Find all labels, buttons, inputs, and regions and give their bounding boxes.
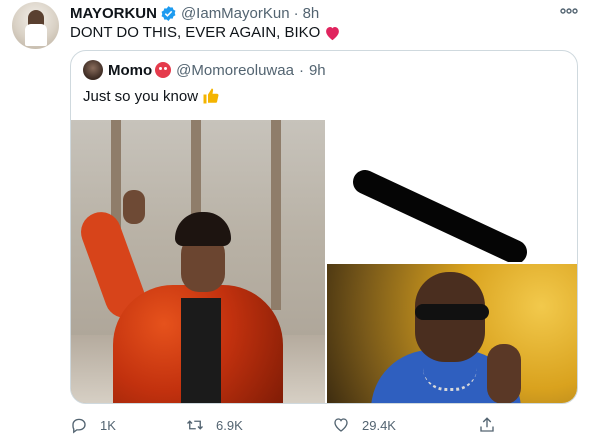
author-avatar[interactable] — [12, 2, 59, 49]
reply-count: 1K — [100, 417, 116, 433]
quoted-author-avatar — [83, 60, 103, 80]
retweet-icon — [187, 420, 203, 430]
quoted-tweet-time: 9h — [308, 61, 326, 79]
black-slash-shape — [353, 170, 527, 262]
wall-pillar — [271, 120, 281, 310]
quoted-tweet-text: Just so you know — [83, 87, 220, 105]
tweet-time[interactable]: 8h — [303, 5, 320, 22]
quoted-header-separator: · — [298, 61, 304, 79]
tweet-text: DONT DO THIS, EVER AGAIN, BIKO — [70, 24, 341, 41]
quoted-photo-right-top[interactable] — [327, 120, 577, 262]
header-separator: · — [293, 4, 299, 22]
tweet-actions: 1K 6.9K 29.4K — [70, 415, 590, 435]
share-button[interactable] — [478, 415, 508, 435]
avatar-shirt — [25, 24, 47, 46]
reply-icon — [72, 418, 86, 434]
like-button[interactable]: 29.4K — [332, 415, 396, 435]
sunglasses — [415, 304, 489, 320]
thumbs-up-emoji-icon — [203, 88, 219, 104]
tweet-text-content: DONT DO THIS, EVER AGAIN, BIKO — [70, 24, 321, 41]
quoted-tweet[interactable]: Momo @Momoreoluwaa · 9h Just so you know — [70, 50, 578, 404]
share-icon — [480, 417, 494, 432]
tweet-header: MAYORKUN @IamMayorKun · 8h — [70, 3, 319, 23]
raised-hand — [123, 190, 145, 224]
like-count: 29.4K — [362, 417, 396, 433]
quoted-photo-left[interactable] — [71, 120, 325, 403]
red-face-emoji-icon — [155, 62, 172, 78]
quoted-author-name: Momo — [108, 61, 153, 79]
more-options-icon[interactable] — [559, 3, 579, 19]
author-handle[interactable]: @IamMayorKun — [181, 5, 290, 22]
quoted-author-handle: @Momoreoluwaa — [176, 61, 294, 79]
verified-badge-icon — [161, 5, 176, 21]
heart-emoji-icon — [326, 26, 340, 40]
dreadlocks-hair — [175, 212, 231, 246]
retweet-button[interactable]: 6.9K — [186, 415, 243, 435]
author-name[interactable]: MAYORKUN — [70, 5, 157, 22]
quoted-tweet-text-content: Just so you know — [83, 87, 199, 105]
like-heart-icon — [334, 418, 348, 432]
retweet-count: 6.9K — [216, 417, 243, 433]
black-shirt — [181, 298, 221, 403]
reply-button[interactable]: 1K — [70, 415, 116, 435]
quoted-photo-right-bottom[interactable] — [327, 264, 577, 403]
quoted-tweet-header: Momo @Momoreoluwaa · 9h — [83, 60, 326, 80]
praying-hands — [487, 344, 521, 403]
